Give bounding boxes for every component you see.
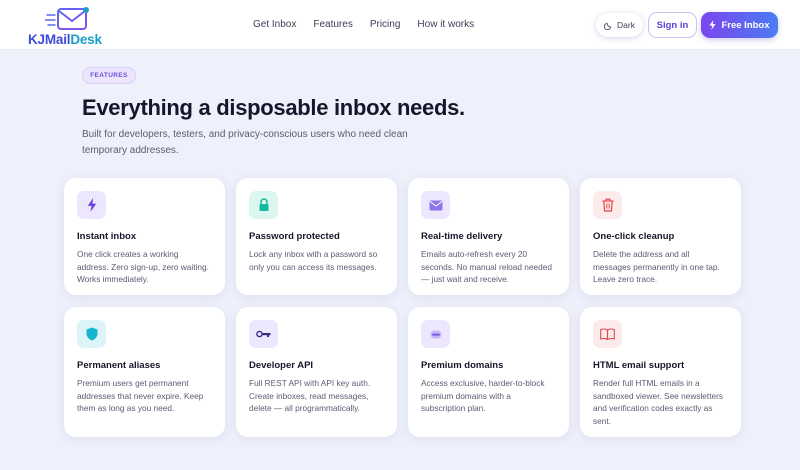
nav-link-features[interactable]: Features	[313, 19, 352, 30]
lock-icon	[259, 198, 268, 211]
nav-link-pricing[interactable]: Pricing	[370, 19, 401, 30]
feature-title: Permanent aliases	[77, 360, 161, 371]
feature-card-real-time-delivery: Real-time delivery Emails auto-refresh e…	[408, 178, 569, 295]
trash-icon	[602, 198, 613, 212]
envelope-logo-icon	[45, 7, 89, 30]
feature-card-permanent-aliases: Permanent aliases Premium users get perm…	[64, 307, 225, 437]
feature-icon-box	[249, 191, 278, 219]
envelope-icon	[429, 200, 442, 210]
dark-mode-toggle[interactable]: Dark	[596, 13, 643, 37]
page-subtitle: Built for developers, testers, and priva…	[82, 129, 408, 156]
free-inbox-label: Free Inbox	[721, 19, 770, 31]
feature-description: Premium users get permanent addresses th…	[77, 378, 204, 414]
page-title: Everything a disposable inbox needs.	[82, 95, 465, 120]
feature-title: Password protected	[249, 231, 340, 242]
logo[interactable]: KJMailDesk	[28, 6, 118, 47]
feature-title: One-click cleanup	[593, 231, 675, 242]
feature-description: Emails auto-refresh every 20 seconds. No…	[421, 249, 552, 285]
logo-text-kj: KJ	[28, 32, 45, 47]
logo-text: KJMailDesk	[28, 32, 102, 47]
feature-card-developer-api: Developer API Full REST API with API key…	[236, 307, 397, 437]
sign-in-button[interactable]: Sign in	[648, 12, 697, 38]
shield-icon	[86, 327, 97, 341]
nav-link-get-inbox[interactable]: Get Inbox	[253, 19, 296, 30]
lightning-icon	[709, 20, 716, 30]
feature-title: Developer API	[249, 360, 314, 371]
features-grid: Instant inbox One click creates a workin…	[64, 178, 742, 438]
section-badge: FEATURES	[82, 67, 136, 84]
moon-icon	[604, 22, 612, 30]
feature-card-password-protected: Password protected Lock any inbox with a…	[236, 178, 397, 295]
logo-text-mail: Mail	[44, 32, 71, 47]
book-icon	[600, 328, 615, 340]
feature-icon-box	[593, 320, 622, 348]
feature-icon-box	[593, 191, 622, 219]
feature-icon-box	[421, 320, 450, 348]
feature-icon-box	[77, 191, 106, 219]
feature-icon-box	[421, 191, 450, 219]
feature-icon-box	[249, 320, 278, 348]
logo-text-desk: Desk	[70, 32, 102, 47]
feature-card-html-email-support: HTML email support Render full HTML emai…	[580, 307, 741, 437]
feature-description: One click creates a working address. Zer…	[77, 249, 209, 285]
diamond-icon	[430, 330, 441, 338]
feature-title: HTML email support	[593, 360, 685, 371]
nav-links: Get Inbox Features Pricing How it works	[253, 19, 491, 30]
feature-description: Render full HTML emails in a sandboxed v…	[593, 378, 724, 426]
lightning-icon	[87, 198, 96, 212]
feature-card-one-click-cleanup: One-click cleanup Delete the address and…	[580, 178, 741, 295]
nav-link-how-it-works[interactable]: How it works	[417, 19, 474, 30]
feature-description: Full REST API with API key auth. Create …	[249, 378, 371, 414]
key-icon	[256, 330, 271, 338]
feature-description: Lock any inbox with a password so only y…	[249, 249, 378, 272]
feature-card-instant-inbox: Instant inbox One click creates a workin…	[64, 178, 225, 295]
free-inbox-button[interactable]: Free Inbox	[701, 12, 778, 38]
feature-description: Delete the address and all messages perm…	[593, 249, 720, 285]
feature-description: Access exclusive, harder-to-block premiu…	[421, 378, 545, 414]
feature-icon-box	[77, 320, 106, 348]
feature-title: Instant inbox	[77, 231, 137, 242]
feature-title: Premium domains	[421, 360, 504, 371]
feature-title: Real-time delivery	[421, 231, 503, 242]
sign-in-label: Sign in	[656, 19, 689, 31]
feature-card-premium-domains: Premium domains Access exclusive, harder…	[408, 307, 569, 437]
dark-mode-label: Dark	[617, 20, 635, 30]
navbar: KJMailDesk Get Inbox Features Pricing Ho…	[0, 0, 800, 50]
